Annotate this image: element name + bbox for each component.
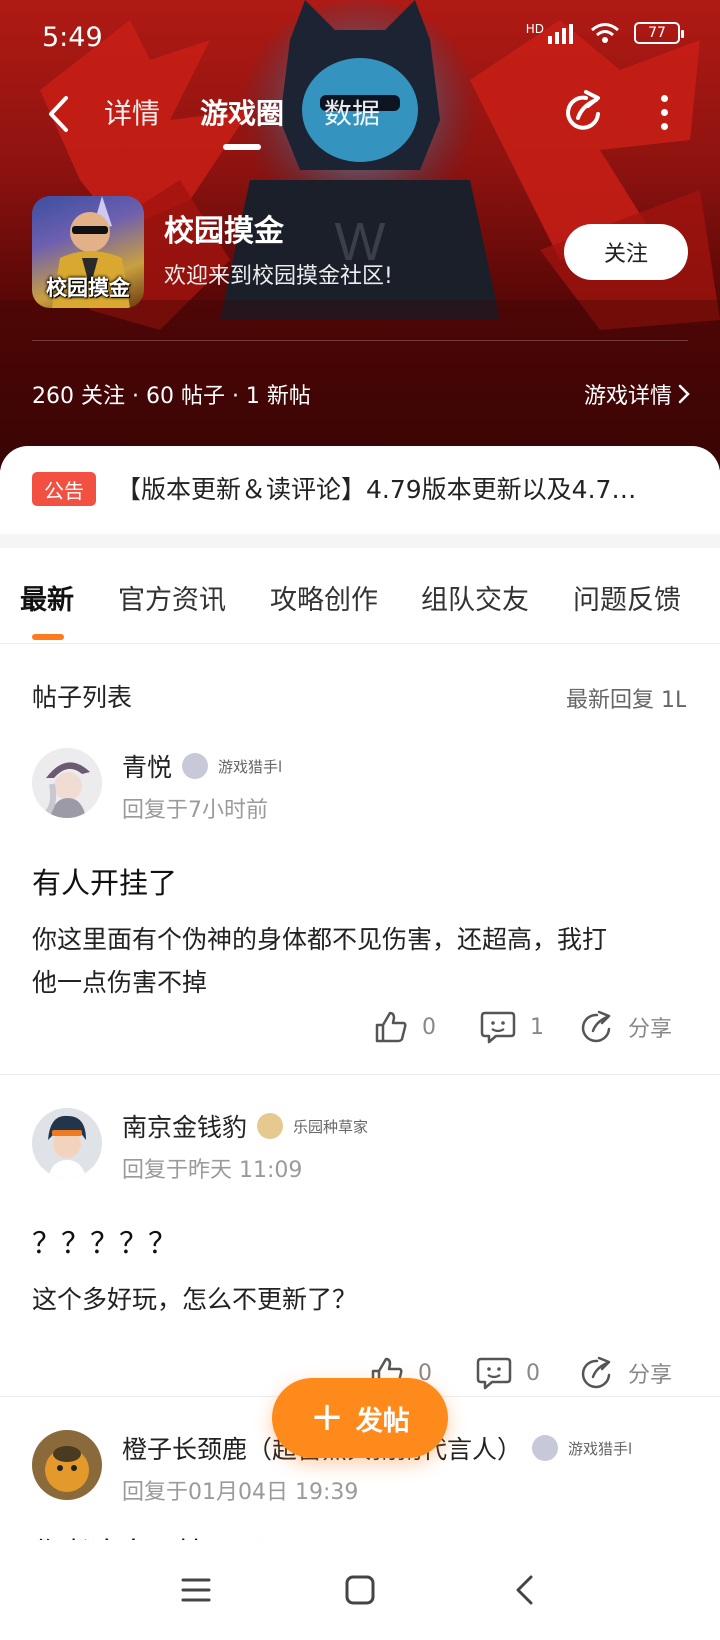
new-post-button[interactable]: + 发帖 <box>272 1378 448 1458</box>
avatar[interactable] <box>32 1108 102 1178</box>
tab-details[interactable]: 详情 <box>104 92 160 150</box>
category-feedback[interactable]: 问题反馈 <box>573 578 681 617</box>
battery-icon: 77 <box>634 22 684 44</box>
menu-button[interactable] <box>174 1570 218 1610</box>
post-item[interactable]: 青悦 游戏猎手l 回复于7小时前 有人开挂了 你这里面有个伪神的身体都不见伤害，… <box>0 748 720 1074</box>
game-icon-label: 校园摸金 <box>46 276 130 300</box>
signal-icon: HD <box>526 22 576 44</box>
comment-button[interactable]: 1 <box>480 1010 544 1044</box>
reply-time: 回复于01月04日 19:39 <box>122 1480 359 1505</box>
category-tabs: 最新 官方资讯 攻略创作 组队交友 问题反馈 <box>0 548 720 644</box>
post-title: ？？？？？ <box>32 1226 178 1260</box>
avatar[interactable] <box>32 748 102 818</box>
post-body: 这个多好玩，怎么不更新了？ <box>32 1278 692 1321</box>
category-active-indicator <box>32 634 64 640</box>
status-time: 5:49 <box>42 22 103 53</box>
like-button[interactable]: 0 <box>374 1010 436 1044</box>
grass-badge-icon <box>257 1113 284 1139</box>
author-line: 青悦 游戏猎手l <box>122 748 282 784</box>
thumbs-up-icon <box>375 1011 407 1043</box>
avatar[interactable] <box>32 1430 102 1500</box>
wifi-icon <box>591 23 619 43</box>
share-button[interactable] <box>560 88 608 136</box>
announcement-tag: 公告 <box>32 472 96 506</box>
back-arrow-icon <box>49 96 68 132</box>
game-header: W 5:49 HD 77 详情 游戏圈 数据 校园摸金 校园摸金 欢迎来到校园摸… <box>0 0 720 470</box>
status-bar: 5:49 HD 77 <box>0 0 720 72</box>
new-post-label: 发帖 <box>355 1405 410 1437</box>
top-navigation: 详情 游戏圈 数据 <box>0 80 720 160</box>
content-sheet: 公告 【版本更新＆读评论】4.79版本更新以及4.7… 最新 官方资讯 攻略创作… <box>0 446 720 1640</box>
post-body-line: 他一点伤害不掉 <box>32 968 208 997</box>
comment-count: 0 <box>526 1360 540 1386</box>
post-share-button[interactable]: 分享 <box>580 1356 672 1390</box>
post-item[interactable]: 南京金钱豹 乐园种草家 回复于昨天 11:09 ？？？？？ 这个多好玩，怎么不更… <box>0 1108 720 1408</box>
share-icon <box>566 90 600 130</box>
more-options-button[interactable] <box>648 88 680 136</box>
like-count: 0 <box>422 1014 436 1040</box>
category-guides[interactable]: 攻略创作 <box>270 578 378 617</box>
category-latest[interactable]: 最新 <box>20 578 74 617</box>
home-square-icon <box>345 1575 375 1605</box>
reply-time: 回复于7小时前 <box>122 798 268 823</box>
post-body-line: 这个多好玩，怎么不更新了？ <box>32 1285 358 1314</box>
section-gap <box>0 534 720 548</box>
system-navigation-bar <box>0 1540 720 1640</box>
tab-data[interactable]: 数据 <box>324 92 380 150</box>
game-welcome-text: 欢迎来到校园摸金社区! <box>164 264 393 289</box>
home-button[interactable] <box>338 1570 382 1610</box>
post-list-title: 帖子列表 <box>32 683 133 712</box>
author-badge: 游戏猎手l <box>218 757 283 776</box>
system-back-button[interactable] <box>502 1570 546 1610</box>
game-name: 校园摸金 <box>164 214 284 249</box>
reply-time: 回复于昨天 11:09 <box>122 1158 303 1183</box>
follow-button[interactable]: 关注 <box>564 224 688 280</box>
game-info: 校园摸金 校园摸金 欢迎来到校园摸金社区! 关注 <box>0 196 720 308</box>
tab-game-circle[interactable]: 游戏圈 <box>200 92 284 150</box>
community-stats: 260 关注 · 60 帖子 · 1 新帖 <box>32 384 311 409</box>
post-body: 你这里面有个伪神的身体都不见伤害，还超高，我打 他一点伤害不掉 <box>32 918 692 1004</box>
back-arrow-icon <box>516 1575 533 1605</box>
hunter-badge-icon <box>182 753 209 779</box>
author-badge: 游戏猎手l <box>568 1439 633 1458</box>
comment-icon <box>480 1011 516 1044</box>
post-actions: 0 1 分享 <box>0 1010 720 1060</box>
comment-icon <box>476 1357 512 1390</box>
announcement-text: 【版本更新＆读评论】4.79版本更新以及4.7… <box>116 475 637 504</box>
back-button[interactable] <box>36 90 80 138</box>
share-icon <box>581 1356 611 1389</box>
author-line: 南京金钱豹 乐园种草家 <box>122 1108 368 1144</box>
author-badge: 乐园种草家 <box>293 1117 369 1136</box>
share-label: 分享 <box>628 1017 673 1042</box>
post-divider <box>0 1074 720 1075</box>
top-tabs: 详情 游戏圈 数据 <box>104 92 380 150</box>
plus-icon: + <box>310 1393 344 1440</box>
chevron-right-icon <box>678 384 690 404</box>
category-official-news[interactable]: 官方资讯 <box>118 578 226 617</box>
game-icon[interactable]: 校园摸金 <box>32 196 144 308</box>
comment-count: 1 <box>530 1014 544 1040</box>
post-list-header: 帖子列表 最新回复 1L <box>0 644 720 734</box>
category-team-up[interactable]: 组队交友 <box>421 578 529 617</box>
author-name[interactable]: 青悦 <box>122 748 172 784</box>
header-divider <box>32 340 688 341</box>
comment-button[interactable]: 0 <box>476 1356 540 1390</box>
sort-dropdown[interactable]: 最新回复 1L <box>566 682 686 714</box>
author-name[interactable]: 南京金钱豹 <box>122 1108 247 1144</box>
share-icon <box>581 1010 611 1043</box>
post-share-button[interactable]: 分享 <box>580 1010 672 1044</box>
hunter-badge-icon <box>532 1435 559 1461</box>
announcement-bar[interactable]: 公告 【版本更新＆读评论】4.79版本更新以及4.7… <box>0 446 720 534</box>
system-icons: HD 77 <box>526 22 684 44</box>
game-detail-link[interactable]: 游戏详情 <box>584 378 690 410</box>
post-body-line: 你这里面有个伪神的身体都不见伤害，还超高，我打 <box>32 925 608 954</box>
post-title: 有人开挂了 <box>32 866 178 900</box>
share-label: 分享 <box>628 1363 673 1388</box>
menu-icon <box>181 1578 211 1602</box>
game-detail-label: 游戏详情 <box>583 384 672 409</box>
